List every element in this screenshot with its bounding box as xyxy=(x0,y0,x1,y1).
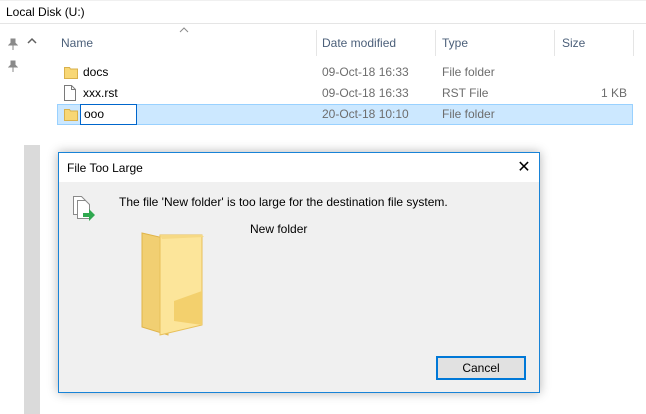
folder-icon xyxy=(64,108,78,121)
navigation-pane xyxy=(0,25,40,414)
cancel-button[interactable]: Cancel xyxy=(436,356,526,380)
titlebar-top-line xyxy=(0,0,646,1)
column-divider[interactable] xyxy=(633,30,634,56)
window-titlebar: Local Disk (U:) xyxy=(0,0,646,24)
file-name: docs xyxy=(83,65,109,79)
scroll-up-icon[interactable] xyxy=(26,35,38,45)
column-size[interactable]: Size xyxy=(556,28,634,58)
copy-file-icon xyxy=(72,193,96,233)
file-date: 09-Oct-18 16:33 xyxy=(322,86,409,100)
file-date: 09-Oct-18 16:33 xyxy=(322,65,409,79)
file-row-docs[interactable]: docs 09-Oct-18 16:33 File folder xyxy=(57,62,633,83)
folder-icon xyxy=(64,66,78,79)
dialog-message: The file 'New folder' is too large for t… xyxy=(119,195,448,209)
file-too-large-dialog: File Too Large ✕ The file 'New folder' i… xyxy=(58,152,540,393)
file-type: File folder xyxy=(442,65,495,79)
dialog-titlebar: File Too Large ✕ xyxy=(59,153,539,182)
column-type[interactable]: Type xyxy=(436,28,554,58)
column-date-modified[interactable]: Date modified xyxy=(316,28,436,58)
column-divider[interactable] xyxy=(554,30,555,56)
file-date: 20-Oct-18 10:10 xyxy=(322,107,409,121)
column-name[interactable]: Name xyxy=(55,28,315,58)
rename-input[interactable]: ooo xyxy=(80,104,137,125)
close-icon[interactable]: ✕ xyxy=(509,153,539,182)
window-title: Local Disk (U:) xyxy=(6,5,85,19)
large-folder-icon xyxy=(140,231,210,337)
file-size: 1 KB xyxy=(600,86,627,100)
pin-icon[interactable] xyxy=(7,38,19,52)
dialog-file-name: New folder xyxy=(250,222,308,236)
file-row-xxx-rst[interactable]: xxx.rst 09-Oct-18 16:33 RST File 1 KB xyxy=(57,83,633,104)
pin-icon[interactable] xyxy=(7,60,19,74)
file-type: RST File xyxy=(442,86,489,100)
file-type: File folder xyxy=(442,107,495,121)
document-icon xyxy=(64,85,76,101)
file-name: xxx.rst xyxy=(83,86,118,100)
dialog-title: File Too Large xyxy=(67,161,143,175)
column-header: Name Date modified Type Size xyxy=(55,27,635,58)
file-row-ooo[interactable]: ooo 20-Oct-18 10:10 File folder xyxy=(57,104,633,125)
nav-scrollbar-thumb[interactable] xyxy=(24,145,40,414)
